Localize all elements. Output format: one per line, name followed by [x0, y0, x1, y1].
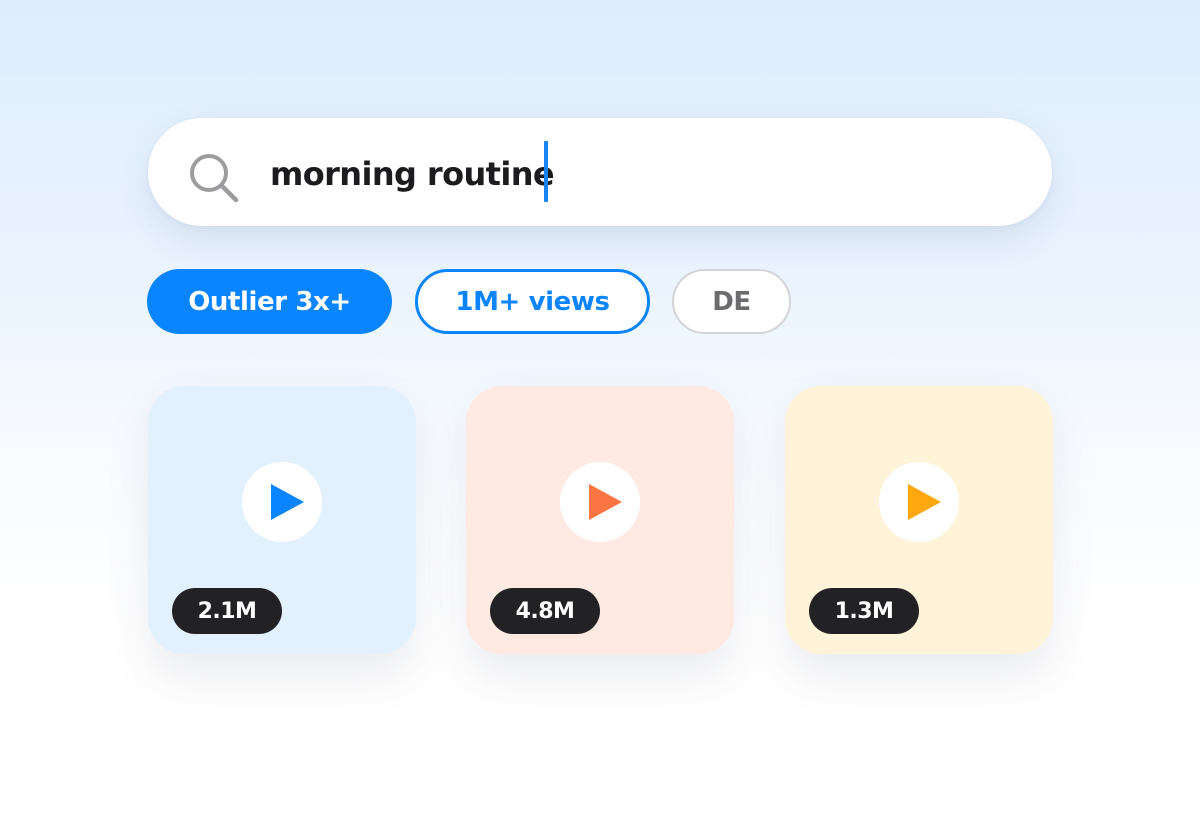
- filter-chip-outlier[interactable]: Outlier 3x+: [147, 269, 392, 334]
- play-button[interactable]: [242, 462, 322, 542]
- video-card[interactable]: 4.8M: [466, 386, 734, 654]
- search-input[interactable]: morning routine: [270, 150, 555, 198]
- video-card[interactable]: 1.3M: [785, 386, 1053, 654]
- play-icon: [908, 484, 941, 520]
- play-button[interactable]: [560, 462, 640, 542]
- search-icon: [190, 154, 239, 203]
- view-count-badge: 4.8M: [490, 588, 600, 634]
- play-icon: [589, 484, 622, 520]
- filter-chip-language[interactable]: DE: [672, 269, 791, 334]
- filter-chip-views[interactable]: 1M+ views: [415, 269, 650, 334]
- view-count-badge: 1.3M: [809, 588, 919, 634]
- play-icon: [271, 484, 304, 520]
- play-button[interactable]: [879, 462, 959, 542]
- video-card[interactable]: 2.1M: [148, 386, 416, 654]
- text-caret: [544, 141, 548, 202]
- view-count-badge: 2.1M: [172, 588, 282, 634]
